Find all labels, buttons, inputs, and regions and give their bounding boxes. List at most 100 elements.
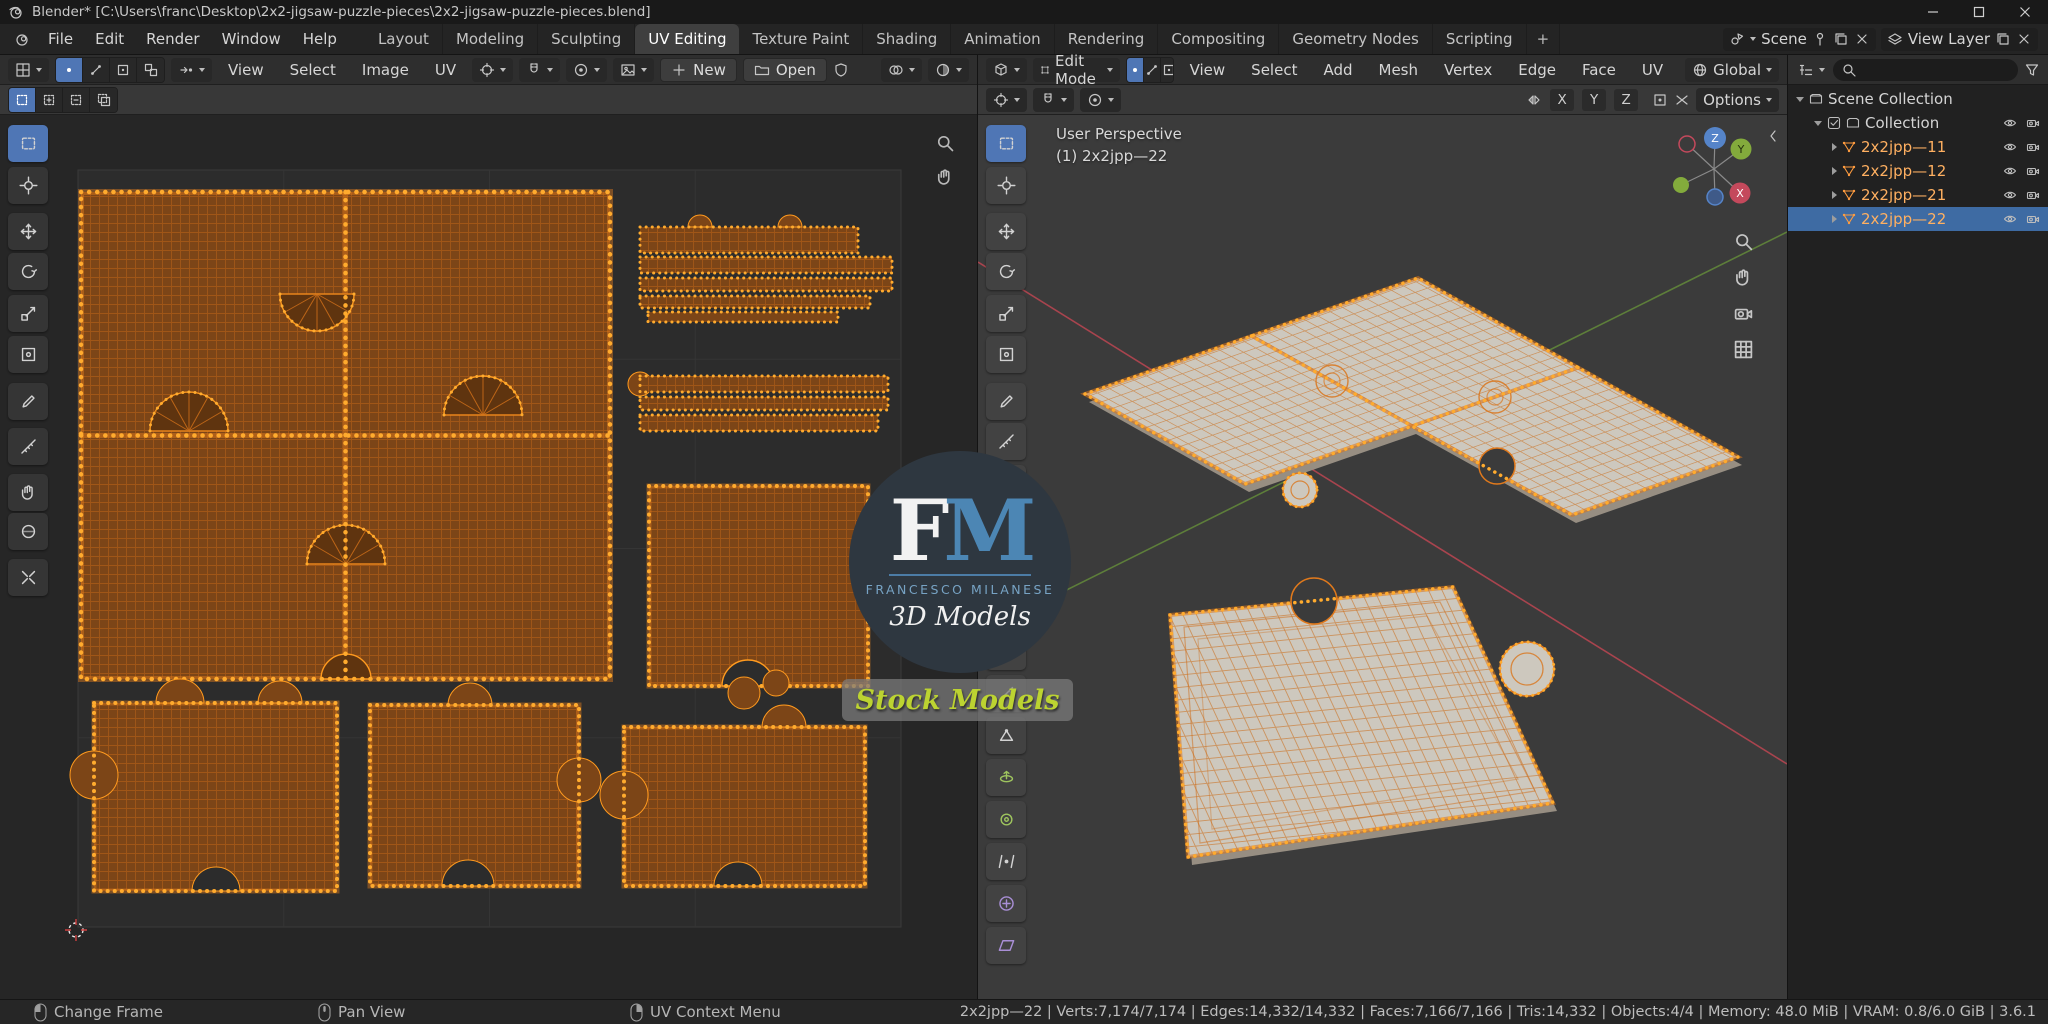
close-button[interactable]	[2002, 0, 2048, 24]
eye-icon[interactable]	[2003, 140, 2017, 154]
uv-editor-type-button[interactable]	[8, 58, 49, 82]
tool-smooth[interactable]	[986, 801, 1026, 838]
tool-measure[interactable]	[986, 423, 1026, 460]
camera-icon[interactable]	[2026, 140, 2040, 154]
tool-annotate[interactable]	[986, 383, 1026, 420]
uv-select-vertex-button[interactable]	[56, 58, 83, 82]
new-image-button[interactable]: New	[660, 58, 737, 82]
uv-menu-select[interactable]: Select	[280, 55, 346, 84]
tab-shading[interactable]: Shading	[863, 24, 951, 54]
snapping-button[interactable]	[519, 58, 560, 82]
disclosure-icon[interactable]	[1814, 121, 1822, 126]
uv-select-island-button[interactable]	[137, 58, 164, 82]
object-row[interactable]: 2x2jpp—12	[1788, 159, 2048, 183]
tab-animation[interactable]: Animation	[951, 24, 1054, 54]
scene-selector[interactable]: Scene	[1723, 28, 1876, 51]
vp-menu-edge[interactable]: Edge	[1508, 55, 1566, 84]
disclosure-icon[interactable]	[1832, 215, 1837, 223]
maximize-button[interactable]	[1956, 0, 2002, 24]
pin-icon[interactable]	[1812, 31, 1828, 47]
tool-pinch[interactable]	[8, 559, 48, 596]
tool-measure[interactable]	[8, 428, 48, 465]
sidebar-collapse-button[interactable]	[1765, 125, 1783, 147]
menu-file[interactable]: File	[38, 24, 83, 54]
vp-menu-face[interactable]: Face	[1572, 55, 1626, 84]
uv-island-main[interactable]	[81, 192, 610, 679]
uv-pan-gizmo[interactable]	[931, 163, 959, 191]
camera-icon[interactable]	[2026, 116, 2040, 130]
select-mode-edge-button[interactable]	[1144, 58, 1161, 82]
tool-select-box[interactable]	[8, 125, 48, 162]
tool-rotate[interactable]	[8, 253, 48, 290]
shield-icon[interactable]	[833, 62, 849, 78]
menu-edit[interactable]: Edit	[85, 24, 134, 54]
close-scene-icon[interactable]	[1854, 31, 1870, 47]
tab-rendering[interactable]: Rendering	[1055, 24, 1159, 54]
gizmo-neg-z-ball[interactable]	[1707, 189, 1723, 205]
vp-proportional-button[interactable]	[1080, 88, 1121, 112]
vp-menu-select[interactable]: Select	[1241, 55, 1307, 84]
viewport-pan-gizmo[interactable]	[1729, 263, 1757, 291]
tab-geometry-nodes[interactable]: Geometry Nodes	[1279, 24, 1433, 54]
uv-select-edge-button[interactable]	[83, 58, 110, 82]
outliner-search-input[interactable]	[1833, 59, 2018, 81]
tool-edge-slide[interactable]	[986, 843, 1026, 880]
tool-move[interactable]	[986, 213, 1026, 250]
gizmo-neg-y-ball[interactable]	[1673, 177, 1689, 193]
select-mode-vertex-button[interactable]	[1127, 58, 1144, 82]
vp-menu-view[interactable]: View	[1180, 55, 1236, 84]
tool-loop-cut[interactable]	[986, 633, 1026, 670]
uv-island-piece-b[interactable]	[370, 683, 601, 886]
disclosure-icon[interactable]	[1832, 143, 1837, 151]
tool-select-box[interactable]	[986, 125, 1026, 162]
mode-dropdown[interactable]: Edit Mode	[1033, 58, 1120, 82]
camera-icon[interactable]	[2026, 188, 2040, 202]
viewport-editor-type-button[interactable]	[986, 58, 1027, 82]
uv-canvas[interactable]	[0, 115, 977, 999]
new-scene-icon[interactable]	[1833, 31, 1849, 47]
tool-inset-faces[interactable]	[986, 549, 1026, 586]
viewport-scene[interactable]	[978, 115, 1787, 999]
tool-spin[interactable]	[986, 759, 1026, 796]
transform-orientation-button[interactable]: Global	[1685, 58, 1779, 82]
menu-window[interactable]: Window	[212, 24, 291, 54]
viewport-zoom-gizmo[interactable]	[1729, 227, 1757, 255]
gizmo-neg-x-ball[interactable]	[1679, 136, 1695, 152]
pivot-point-button[interactable]	[472, 58, 513, 82]
disclosure-icon[interactable]	[1832, 191, 1837, 199]
tool-add-cube[interactable]	[986, 465, 1026, 502]
viewport-camera-gizmo[interactable]	[1729, 299, 1757, 327]
uv-island-piece-c[interactable]	[600, 705, 865, 886]
tool-option-extend-button[interactable]	[36, 88, 63, 112]
navigation-gizmo[interactable]: Z Y X	[1667, 123, 1763, 219]
object-row-active[interactable]: 2x2jpp—22	[1788, 207, 2048, 231]
tool-cursor[interactable]	[8, 167, 48, 204]
tool-rotate[interactable]	[986, 253, 1026, 290]
tool-option-set-button[interactable]	[9, 88, 36, 112]
uv-select-face-button[interactable]	[110, 58, 137, 82]
disclosure-icon[interactable]	[1832, 167, 1837, 175]
select-mode-face-button[interactable]	[1161, 58, 1174, 82]
object-row[interactable]: 2x2jpp—21	[1788, 183, 2048, 207]
tool-bevel[interactable]	[986, 591, 1026, 628]
uv-island-strips-mid[interactable]	[628, 372, 888, 431]
tool-option-intersect-button[interactable]	[90, 88, 117, 112]
filter-icon[interactable]	[2024, 62, 2040, 78]
camera-icon[interactable]	[2026, 212, 2040, 226]
auto-merge-icon[interactable]	[1674, 92, 1690, 108]
uv-menu-view[interactable]: View	[218, 55, 274, 84]
uv-display-button[interactable]	[928, 58, 969, 82]
view-layer-selector[interactable]: View Layer	[1881, 28, 2038, 51]
uv-island-strips-top[interactable]	[640, 215, 892, 322]
close-view-layer-icon[interactable]	[2016, 31, 2032, 47]
mirror-x-button[interactable]: X	[1550, 89, 1574, 111]
tool-transform[interactable]	[986, 336, 1026, 373]
mirror-y-button[interactable]: Y	[1582, 89, 1606, 111]
menu-help[interactable]: Help	[293, 24, 347, 54]
tool-knife[interactable]	[986, 675, 1026, 712]
eye-icon[interactable]	[2003, 188, 2017, 202]
tab-uv-editing[interactable]: UV Editing	[635, 24, 739, 54]
eye-icon[interactable]	[2003, 164, 2017, 178]
camera-icon[interactable]	[2026, 164, 2040, 178]
vp-menu-add[interactable]: Add	[1313, 55, 1362, 84]
